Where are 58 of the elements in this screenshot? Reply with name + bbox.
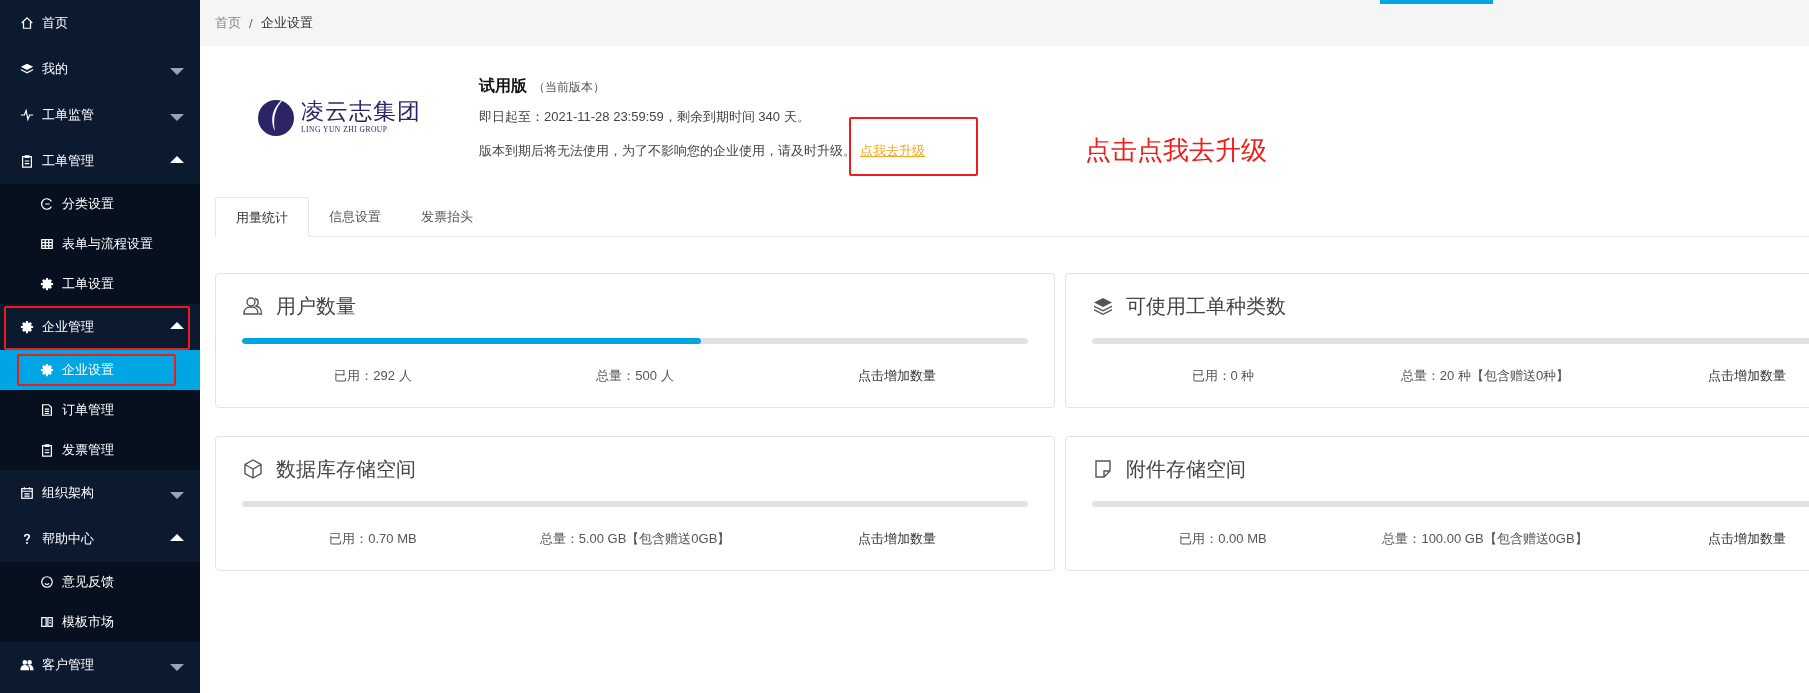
add-quantity-link[interactable]: 点击增加数量 <box>1708 530 1786 548</box>
used-amount: 已用：0.70 MB <box>329 530 417 548</box>
total-amount: 总量：500 人 <box>596 367 674 385</box>
caret-icon[interactable] <box>170 113 184 121</box>
smile-icon <box>40 575 54 589</box>
total-amount: 总量：20 种【包含赠送0种】 <box>1400 367 1570 385</box>
sidebar-subitem[interactable]: 表单与流程设置 <box>0 224 200 264</box>
grid-icon <box>40 237 54 251</box>
breadcrumb-separator: / <box>249 15 253 31</box>
sidebar-subitem[interactable]: 意见反馈 <box>0 562 200 602</box>
gear-icon <box>40 277 54 291</box>
clipboard-icon <box>20 154 34 168</box>
clipboard-icon <box>40 443 54 457</box>
note-icon <box>1092 458 1114 480</box>
sidebar-subitem[interactable]: 工单设置 <box>0 264 200 304</box>
expiry-text: 即日起至：2021-11-28 23:59:59，剩余到期时间 340 天。 <box>479 108 811 126</box>
annotation-text: 点击点我去升级 <box>1085 134 1267 167</box>
home-icon <box>20 16 34 30</box>
card-title: 用户数量 <box>276 293 356 319</box>
company-name: 凌云志集团 <box>301 98 421 125</box>
caret-icon[interactable] <box>170 67 184 75</box>
book-icon <box>40 615 54 629</box>
tab[interactable]: 用量统计 <box>215 197 309 237</box>
calendar-icon <box>20 486 34 500</box>
tab[interactable]: 发票抬头 <box>401 197 493 237</box>
document-icon <box>40 403 54 417</box>
add-quantity-link[interactable]: 点击增加数量 <box>858 367 936 385</box>
tab[interactable]: 信息设置 <box>309 197 401 237</box>
used-amount: 已用：0.00 MB <box>1179 530 1267 548</box>
add-quantity-link[interactable]: 点击增加数量 <box>858 530 936 548</box>
total-amount: 总量：100.00 GB【包含赠送0GB】 <box>1382 530 1588 548</box>
gear-icon <box>20 320 34 334</box>
users-icon <box>242 295 264 317</box>
caret-icon[interactable] <box>170 491 184 499</box>
plan-note: （当前版本） <box>533 79 605 96</box>
add-quantity-link[interactable]: 点击增加数量 <box>1708 367 1786 385</box>
card-title: 可使用工单种类数 <box>1126 293 1286 319</box>
caret-icon[interactable] <box>170 663 184 671</box>
sidebar-subitem[interactable]: 分类设置 <box>0 184 200 224</box>
sidebar-subitem[interactable]: 发票管理 <box>0 430 200 470</box>
layers-icon <box>1092 295 1114 317</box>
used-amount: 已用：0 种 <box>1191 367 1255 385</box>
breadcrumb-item[interactable]: 首页 <box>215 14 241 32</box>
layers-icon <box>20 62 34 76</box>
plan-name: 试用版 <box>479 76 527 96</box>
users-icon <box>20 658 34 672</box>
sidebar-subitem[interactable]: 订单管理 <box>0 390 200 430</box>
card-title: 附件存储空间 <box>1126 456 1246 482</box>
used-amount: 已用：292 人 <box>334 367 412 385</box>
card-title: 数据库存储空间 <box>276 456 416 482</box>
refresh-icon <box>40 197 54 211</box>
pulse-icon <box>20 108 34 122</box>
sidebar-subitem[interactable]: 模板市场 <box>0 602 200 642</box>
gear-icon <box>40 363 54 377</box>
total-amount: 总量：5.00 GB【包含赠送0GB】 <box>539 530 731 548</box>
cube-icon <box>242 458 264 480</box>
warning-text: 版本到期后将无法使用，为了不影响您的企业使用，请及时升级。 <box>479 141 856 160</box>
breadcrumb-item: 企业设置 <box>260 14 313 32</box>
